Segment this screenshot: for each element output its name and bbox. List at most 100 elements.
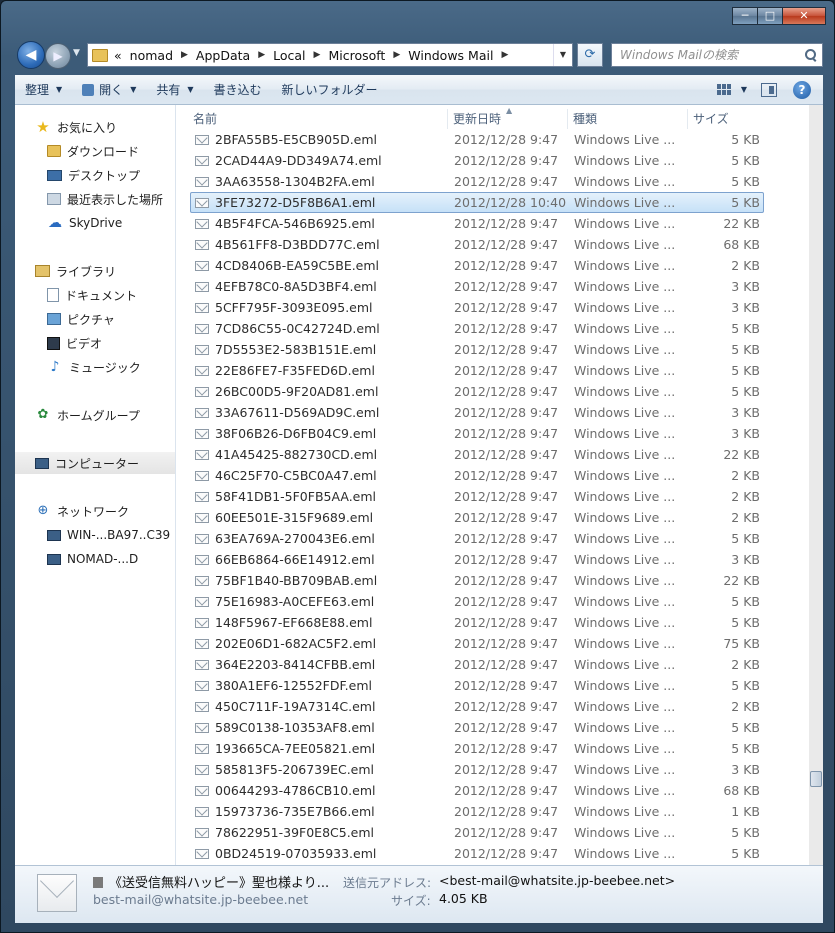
breadcrumb-nomad[interactable]: nomad (130, 48, 173, 63)
chevron-right-icon[interactable]: ▶ (258, 50, 265, 60)
file-row[interactable]: 4CD8406B-EA59C5BE.eml 2012/12/28 9:47 Wind… (190, 255, 764, 276)
column-header-size[interactable]: サイズ (688, 109, 768, 129)
nav-libraries[interactable]: ライブラリ (15, 260, 175, 282)
vertical-scrollbar[interactable] (809, 105, 823, 865)
breadcrumb-windows-mail[interactable]: Windows Mail (408, 48, 493, 63)
search-input[interactable] (620, 48, 790, 62)
chevron-right-icon[interactable]: ▶ (181, 50, 188, 60)
file-row[interactable]: 0BD24519-07035933.eml 2012/12/28 9:47 Wind… (190, 843, 764, 864)
caption-buttons: ─ □ ✕ (732, 7, 826, 25)
search-box[interactable] (611, 43, 823, 67)
nav-skydrive[interactable]: ☁ SkyDrive (15, 212, 175, 234)
file-row[interactable]: 15973736-735E7B66.eml 2012/12/28 9:47 Wind… (190, 801, 764, 822)
search-icon[interactable] (805, 49, 817, 61)
file-type: Windows Live ... (574, 825, 674, 840)
minimize-button[interactable]: ─ (732, 7, 758, 25)
file-row[interactable]: 589C0138-10353AF8.eml 2012/12/28 9:47 Wind… (190, 717, 764, 738)
file-row[interactable]: 38F06B26-D6FB04C9.eml 2012/12/28 9:47 Wind… (190, 423, 764, 444)
burn-button[interactable]: 書き込む (204, 78, 272, 102)
file-row[interactable]: 450C711F-19A7314C.eml 2012/12/28 9:47 Wind… (190, 696, 764, 717)
file-row[interactable]: 7D5553E2-583B151E.eml 2012/12/28 9:47 Wind… (190, 339, 764, 360)
breadcrumb-local[interactable]: Local (273, 48, 305, 63)
address-history-dropdown[interactable]: ▼ (553, 44, 572, 66)
nav-pictures[interactable]: ピクチャ (15, 308, 175, 330)
nav-music[interactable]: ♪ ミュージック (15, 356, 175, 378)
forward-button[interactable]: ▶ (45, 43, 71, 69)
refresh-button[interactable]: ⟳ (577, 43, 603, 67)
file-row[interactable]: 78622951-39F0E8C5.eml 2012/12/28 9:47 Wind… (190, 822, 764, 843)
email-file-icon (195, 659, 209, 670)
file-row[interactable]: 75BF1B40-BB709BAB.eml 2012/12/28 9:47 Wind… (190, 570, 764, 591)
breadcrumb-overflow[interactable]: « (114, 48, 122, 63)
file-row[interactable]: 364E2203-8414CFBB.eml 2012/12/28 9:47 Wind… (190, 654, 764, 675)
file-row[interactable]: 202E06D1-682AC5F2.eml 2012/12/28 9:47 Wind… (190, 633, 764, 654)
file-row[interactable]: 585813F5-206739EC.eml 2012/12/28 9:47 Wind… (190, 759, 764, 780)
nav-recent-places[interactable]: 最近表示した場所 (15, 188, 175, 210)
file-row[interactable]: 4B561FF8-D3BDD77C.eml 2012/12/28 9:47 Wind… (190, 234, 764, 255)
preview-pane-icon[interactable] (761, 82, 777, 97)
maximize-button[interactable]: □ (757, 7, 783, 25)
chevron-right-icon[interactable]: ▶ (393, 50, 400, 60)
file-row[interactable]: 380A1EF6-12552FDF.eml 2012/12/28 9:47 Wind… (190, 675, 764, 696)
recent-pages-dropdown[interactable]: ▼ (73, 48, 80, 58)
file-row[interactable]: 41A45425-882730CD.eml 2012/12/28 9:47 Wind… (190, 444, 764, 465)
file-row[interactable]: 2BFA55B5-E5CB905D.eml 2012/12/28 9:47 Wind… (190, 129, 764, 150)
nav-videos[interactable]: ビデオ (15, 332, 175, 354)
nav-homegroup[interactable]: ✿ ホームグループ (15, 404, 175, 426)
column-header-name[interactable]: 名前 (188, 109, 448, 129)
file-size: 5 KB (731, 363, 760, 378)
file-type: Windows Live ... (574, 258, 674, 273)
file-row[interactable]: 2CAD44A9-DD349A74.eml 2012/12/28 9:47 Wind… (190, 150, 764, 171)
file-row[interactable]: 26BC00D5-9F20AD81.eml 2012/12/28 9:47 Wind… (190, 381, 764, 402)
chevron-right-icon[interactable]: ▶ (314, 50, 321, 60)
address-bar[interactable]: « nomad ▶ AppData ▶ Local ▶ Microsoft ▶ … (87, 43, 573, 67)
file-date: 2012/12/28 9:47 (454, 573, 559, 588)
file-row[interactable]: 5CFF795F-3093E095.eml 2012/12/28 9:47 Wind… (190, 297, 764, 318)
file-row[interactable]: 22E86FE7-F35FED6D.eml 2012/12/28 9:47 Wind… (190, 360, 764, 381)
file-row[interactable]: 193665CA-7EE05821.eml 2012/12/28 9:47 Wind… (190, 738, 764, 759)
file-row[interactable]: 66EB6864-66E14912.eml 2012/12/28 9:47 Wind… (190, 549, 764, 570)
close-button[interactable]: ✕ (782, 7, 826, 25)
open-button[interactable]: 開く ▼ (72, 78, 146, 102)
file-row[interactable]: 33A67611-D569AD9C.eml 2012/12/28 9:47 Wind… (190, 402, 764, 423)
file-row[interactable]: 46C25F70-C5BC0A47.eml 2012/12/28 9:47 Wind… (190, 465, 764, 486)
file-row[interactable]: 58F41DB1-5F0FB5AA.eml 2012/12/28 9:47 Wind… (190, 486, 764, 507)
breadcrumb-appdata[interactable]: AppData (196, 48, 250, 63)
nav-computer[interactable]: コンピューター (15, 452, 175, 474)
help-icon[interactable]: ? (793, 80, 811, 99)
file-name: 46C25F70-C5BC0A47.eml (215, 468, 377, 483)
file-row[interactable]: 3FE73272-D5F8B6A1.eml 2012/12/28 10:40 Win… (190, 192, 764, 213)
file-row[interactable]: 4B5F4FCA-546B6925.eml 2012/12/28 9:47 Wind… (190, 213, 764, 234)
nav-desktop[interactable]: デスクトップ (15, 164, 175, 186)
file-row[interactable]: 3AA63558-1304B2FA.eml 2012/12/28 9:47 Wind… (190, 171, 764, 192)
file-date: 2012/12/28 9:47 (454, 468, 559, 483)
file-size: 5 KB (731, 132, 760, 147)
scrollbar-thumb[interactable] (810, 771, 822, 787)
nav-network[interactable]: ⊕ ネットワーク (15, 500, 175, 522)
file-row[interactable]: 7CD86C55-0C42724D.eml 2012/12/28 9:47 Wind… (190, 318, 764, 339)
file-row[interactable]: 148F5967-EF668E88.eml 2012/12/28 9:47 Wind… (190, 612, 764, 633)
nav-downloads[interactable]: ダウンロード (15, 140, 175, 162)
downloads-folder-icon (47, 145, 61, 157)
file-row[interactable]: 60EE501E-315F9689.eml 2012/12/28 9:47 Wind… (190, 507, 764, 528)
file-size: 5 KB (731, 342, 760, 357)
back-button[interactable]: ◀ (17, 41, 45, 69)
nav-documents[interactable]: ドキュメント (15, 284, 175, 306)
column-header-type[interactable]: 種類 (568, 109, 688, 129)
file-date: 2012/12/28 9:47 (454, 363, 559, 378)
chevron-right-icon[interactable]: ▶ (501, 50, 508, 60)
breadcrumb-microsoft[interactable]: Microsoft (328, 48, 385, 63)
file-row[interactable]: 63EA769A-270043E6.eml 2012/12/28 9:47 Wind… (190, 528, 764, 549)
nav-favorites[interactable]: ★ お気に入り (15, 116, 175, 138)
nav-network-host-1[interactable]: WIN-...BA97..C39 (15, 524, 175, 546)
share-button[interactable]: 共有 ▼ (146, 78, 203, 102)
file-row[interactable]: 00644293-4786CB10.eml 2012/12/28 9:47 Wind… (190, 780, 764, 801)
nav-network-host-2[interactable]: NOMAD-...D (15, 548, 175, 570)
file-row[interactable]: 4EFB78C0-8A5D3BF4.eml 2012/12/28 9:47 Wind… (190, 276, 764, 297)
organize-button[interactable]: 整理 ▼ (15, 78, 72, 102)
file-name: 2BFA55B5-E5CB905D.eml (215, 132, 378, 147)
new-folder-button[interactable]: 新しいフォルダー (272, 78, 388, 102)
details-sender-value: <best-mail@whatsite.jp-beebee.net> (439, 873, 676, 888)
file-row[interactable]: 75E16983-A0CEFE63.eml 2012/12/28 9:47 Wind… (190, 591, 764, 612)
change-view-button[interactable]: ▼ (713, 78, 751, 102)
